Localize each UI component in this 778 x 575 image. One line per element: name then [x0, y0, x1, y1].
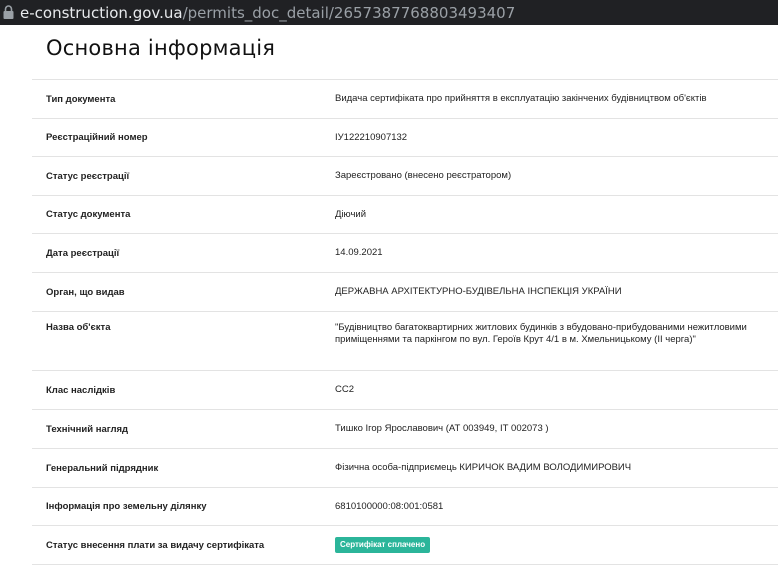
- row-label: Статус документа: [46, 209, 131, 220]
- payment-status-badge: Сертифікат сплачено: [335, 537, 431, 553]
- row-label: Назва об'єкта: [46, 322, 111, 333]
- row-value: СС2: [335, 384, 355, 395]
- lock-icon: [2, 4, 15, 21]
- row-label: Технічний нагляд: [46, 423, 129, 435]
- row-label: Генеральний підрядник: [46, 462, 159, 474]
- row-value: "Будівництво багатоквартирних житлових б…: [335, 322, 747, 345]
- page-content: Основна інформація Тип документа Видача …: [0, 25, 778, 575]
- row-payment-status: Статус внесення плати за видачу сертифік…: [32, 525, 778, 565]
- row-value: Зареєстровано (внесено реєстратором): [335, 170, 512, 181]
- row-value: Тишко Ігор Ярославович (АТ 003949, ІТ 00…: [335, 423, 549, 434]
- row-label: Статус внесення плати за видачу сертифік…: [46, 539, 265, 551]
- row-value: ІУ122210907132: [335, 131, 408, 143]
- row-label: Реєстраційний номер: [46, 132, 148, 143]
- row-technical-supervision: Технічний нагляд Тишко Ігор Ярославович …: [32, 409, 778, 448]
- row-label: Інформація про земельну ділянку: [46, 501, 207, 512]
- row-value: Видача сертифіката про прийняття в експл…: [335, 93, 707, 104]
- row-label: Клас наслідків: [46, 384, 116, 396]
- row-label: Орган, що видав: [46, 286, 125, 298]
- row-value: Діючий: [335, 208, 367, 220]
- row-object-name: Назва об'єкта "Будівництво багатоквартир…: [32, 311, 778, 370]
- url-path: /permits_doc_detail/2657387768803493407: [182, 3, 516, 22]
- row-registration-status: Статус реєстрації Зареєстровано (внесено…: [32, 156, 778, 195]
- url-host: e-construction.gov.ua: [20, 3, 183, 22]
- row-value: 14.09.2021: [335, 247, 383, 258]
- info-table: Тип документа Видача сертифіката про при…: [32, 79, 778, 565]
- page-title: Основна інформація: [46, 36, 276, 60]
- row-registration-number: Реєстраційний номер ІУ122210907132: [32, 118, 778, 156]
- row-consequence-class: Клас наслідків СС2: [32, 370, 778, 409]
- address-bar[interactable]: e-construction.gov.ua/permits_doc_detail…: [0, 0, 778, 25]
- row-document-status: Статус документа Діючий: [32, 195, 778, 233]
- row-label: Тип документа: [46, 93, 116, 105]
- row-land-plot-info: Інформація про земельну ділянку 68101000…: [32, 487, 778, 525]
- row-value: Сертифікат сплачено: [335, 526, 764, 564]
- row-registration-date: Дата реєстрації 14.09.2021: [32, 233, 778, 272]
- row-issuing-authority: Орган, що видав ДЕРЖАВНА АРХІТЕКТУРНО-БУ…: [32, 272, 778, 311]
- row-label: Статус реєстрації: [46, 170, 130, 182]
- row-value: 6810100000:08:001:0581: [335, 500, 444, 512]
- row-document-type: Тип документа Видача сертифіката про при…: [32, 79, 778, 118]
- row-value: ДЕРЖАВНА АРХІТЕКТУРНО-БУДІВЕЛЬНА ІНСПЕКЦ…: [335, 286, 622, 297]
- row-label: Дата реєстрації: [46, 247, 120, 259]
- row-value: Фізична особа-підприємець КИРИЧОК ВАДИМ …: [335, 462, 632, 473]
- row-general-contractor: Генеральний підрядник Фізична особа-підп…: [32, 448, 778, 487]
